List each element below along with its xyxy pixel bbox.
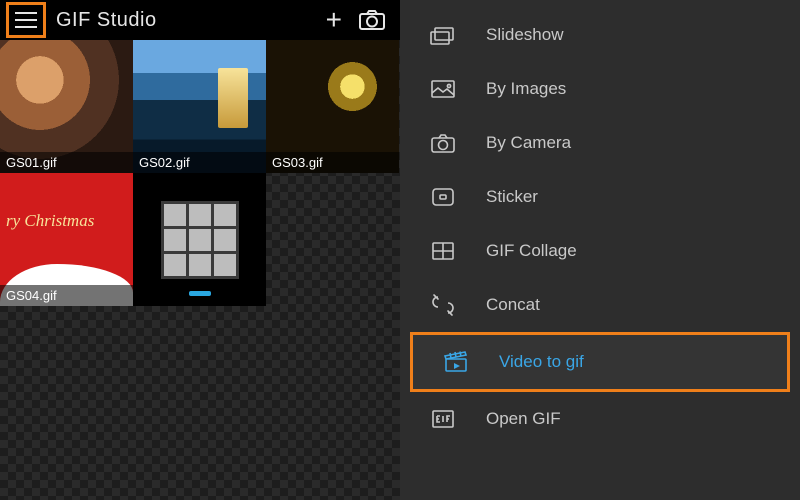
stack-icon bbox=[428, 23, 458, 47]
thumb-gs03[interactable]: GS03.gif bbox=[266, 40, 399, 173]
grid-icon bbox=[161, 201, 239, 279]
menu-highlight-box: Video to gif bbox=[410, 332, 790, 392]
menu-item-label: Concat bbox=[486, 295, 540, 315]
thumb-caption: GS03.gif bbox=[266, 152, 399, 173]
titlebar: GIF Studio + bbox=[0, 0, 400, 40]
side-menu: Slideshow By Images By Camera bbox=[400, 0, 800, 500]
menu-item-label: Sticker bbox=[486, 187, 538, 207]
menu-item-label: Video to gif bbox=[499, 352, 584, 372]
menu-item-open-gif[interactable]: Open GIF bbox=[400, 392, 800, 446]
sticker-icon bbox=[428, 185, 458, 209]
titlebar-actions: + bbox=[326, 6, 394, 34]
thumb-overlay-text: ry Christmas bbox=[6, 211, 94, 231]
collage-icon bbox=[428, 239, 458, 263]
thumb-collage[interactable] bbox=[133, 173, 266, 306]
menu-item-label: By Camera bbox=[486, 133, 571, 153]
menu-item-by-camera[interactable]: By Camera bbox=[400, 116, 800, 170]
open-gif-icon bbox=[428, 407, 458, 431]
thumb-caption: GS04.gif bbox=[0, 285, 133, 306]
gif-grid[interactable]: GS01.gif GS02.gif GS03.gif ry Christmas … bbox=[0, 40, 400, 500]
menu-item-label: GIF Collage bbox=[486, 241, 577, 261]
menu-item-gif-collage[interactable]: GIF Collage bbox=[400, 224, 800, 278]
thumb-gs01[interactable]: GS01.gif bbox=[0, 40, 133, 173]
menu-item-by-images[interactable]: By Images bbox=[400, 62, 800, 116]
menu-item-video-to-gif[interactable]: Video to gif bbox=[413, 335, 787, 389]
thumb-gs04[interactable]: ry Christmas GS04.gif bbox=[0, 173, 133, 306]
main-gallery-panel: GIF Studio + GS01.gif GS02.gif GS03.gif … bbox=[0, 0, 400, 500]
menu-item-concat[interactable]: Concat bbox=[400, 278, 800, 332]
menu-item-label: Slideshow bbox=[486, 25, 564, 45]
hamburger-icon[interactable] bbox=[15, 12, 37, 28]
camera-icon[interactable] bbox=[358, 9, 386, 31]
thumb-caption: GS01.gif bbox=[0, 152, 133, 173]
thumb-gs02[interactable]: GS02.gif bbox=[133, 40, 266, 173]
app-title: GIF Studio bbox=[56, 9, 316, 32]
menu-item-label: Open GIF bbox=[486, 409, 561, 429]
image-icon bbox=[428, 77, 458, 101]
menu-item-slideshow[interactable]: Slideshow bbox=[400, 8, 800, 62]
menu-item-sticker[interactable]: Sticker bbox=[400, 170, 800, 224]
drag-handle-icon bbox=[189, 291, 211, 296]
thumb-caption: GS02.gif bbox=[133, 152, 266, 173]
plus-icon[interactable]: + bbox=[326, 6, 342, 34]
camera-icon bbox=[428, 131, 458, 155]
menu-item-label: By Images bbox=[486, 79, 566, 99]
clapper-icon bbox=[441, 350, 471, 374]
concat-icon bbox=[428, 293, 458, 317]
menu-highlight-box bbox=[6, 2, 46, 38]
